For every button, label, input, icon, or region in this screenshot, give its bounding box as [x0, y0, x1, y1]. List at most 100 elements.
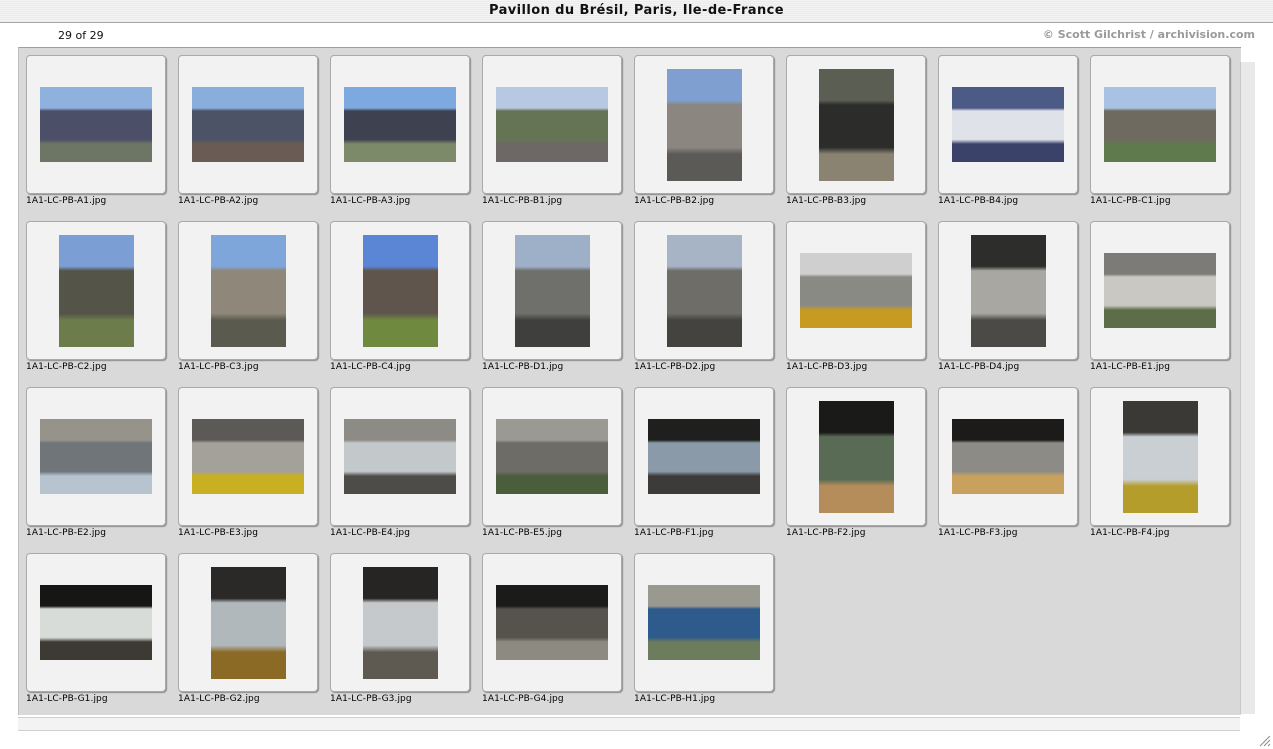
thumbnail-item[interactable]: 1A1-LC-PB-H1.jpg: [627, 546, 777, 704]
slide-mount[interactable]: [786, 221, 926, 360]
slide-mount[interactable]: [178, 553, 318, 692]
thumbnail-item[interactable]: 1A1-LC-PB-D4.jpg: [931, 214, 1081, 372]
slide-mount[interactable]: [938, 55, 1078, 194]
thumbnail-filename: 1A1-LC-PB-A3.jpg: [330, 196, 411, 206]
thumbnail-filename: 1A1-LC-PB-F4.jpg: [1090, 528, 1170, 538]
resize-grip-icon[interactable]: [1255, 731, 1271, 747]
thumbnail-photo: [667, 235, 742, 347]
thumbnail-filename: 1A1-LC-PB-D4.jpg: [938, 362, 1020, 372]
thumbnail-filename: 1A1-LC-PB-C3.jpg: [178, 362, 259, 372]
slide-mount[interactable]: [482, 553, 622, 692]
thumbnail-filename: 1A1-LC-PB-E1.jpg: [1090, 362, 1171, 372]
thumbnail-filename: 1A1-LC-PB-B1.jpg: [482, 196, 563, 206]
thumbnail-photo: [40, 585, 152, 660]
copyright-notice: © Scott Gilchrist / archivision.com: [1042, 28, 1255, 41]
thumbnail-item[interactable]: 1A1-LC-PB-F3.jpg: [931, 380, 1081, 538]
thumbnail-item[interactable]: 1A1-LC-PB-B1.jpg: [475, 48, 625, 206]
thumbnail-item[interactable]: 1A1-LC-PB-C4.jpg: [323, 214, 473, 372]
slide-mount[interactable]: [26, 221, 166, 360]
slide-mount[interactable]: [330, 387, 470, 526]
thumbnail-photo: [211, 235, 286, 347]
info-bar: 29 of 29 © Scott Gilchrist / archivision…: [18, 23, 1255, 47]
thumbnail-photo: [648, 419, 760, 494]
thumbnail-item[interactable]: 1A1-LC-PB-D2.jpg: [627, 214, 777, 372]
thumbnail-item[interactable]: 1A1-LC-PB-E4.jpg: [323, 380, 473, 538]
vertical-scrollbar[interactable]: [1240, 62, 1255, 714]
thumbnail-photo: [819, 401, 894, 513]
slide-mount[interactable]: [482, 221, 622, 360]
slide-mount[interactable]: [26, 553, 166, 692]
thumbnail-filename: 1A1-LC-PB-E2.jpg: [26, 528, 107, 538]
thumbnail-item[interactable]: 1A1-LC-PB-A2.jpg: [171, 48, 321, 206]
slide-mount[interactable]: [1090, 55, 1230, 194]
thumbnail-item[interactable]: 1A1-LC-PB-B3.jpg: [779, 48, 929, 206]
thumbnail-photo: [819, 69, 894, 181]
window-title: Pavillon du Brésil, Paris, Ile-de-France: [489, 3, 784, 18]
slide-mount[interactable]: [634, 221, 774, 360]
thumbnail-filename: 1A1-LC-PB-E3.jpg: [178, 528, 259, 538]
thumbnail-item[interactable]: 1A1-LC-PB-D3.jpg: [779, 214, 929, 372]
slide-mount[interactable]: [178, 387, 318, 526]
thumbnail-item[interactable]: 1A1-LC-PB-C3.jpg: [171, 214, 321, 372]
slide-mount[interactable]: [178, 55, 318, 194]
slide-mount[interactable]: [26, 55, 166, 194]
thumbnail-item[interactable]: 1A1-LC-PB-G4.jpg: [475, 546, 625, 704]
thumbnail-filename: 1A1-LC-PB-F3.jpg: [938, 528, 1018, 538]
slide-mount[interactable]: [26, 387, 166, 526]
thumbnail-filename: 1A1-LC-PB-C4.jpg: [330, 362, 411, 372]
thumbnail-filename: 1A1-LC-PB-E4.jpg: [330, 528, 411, 538]
thumbnail-filename: 1A1-LC-PB-G1.jpg: [26, 694, 108, 704]
thumbnail-filename: 1A1-LC-PB-A2.jpg: [178, 196, 259, 206]
thumbnail-item[interactable]: 1A1-LC-PB-B2.jpg: [627, 48, 777, 206]
thumbnail-photo: [1104, 253, 1216, 328]
slide-mount[interactable]: [330, 55, 470, 194]
slide-mount[interactable]: [1090, 387, 1230, 526]
thumbnail-photo: [667, 69, 742, 181]
thumbnail-grid: 1A1-LC-PB-A1.jpg 1A1-LC-PB-A2.jpg 1A1-LC-P…: [18, 47, 1241, 715]
thumbnail-item[interactable]: 1A1-LC-PB-E2.jpg: [19, 380, 169, 538]
horizontal-scrollbar[interactable]: [18, 717, 1240, 731]
thumbnail-item[interactable]: 1A1-LC-PB-D1.jpg: [475, 214, 625, 372]
thumbnail-item[interactable]: 1A1-LC-PB-F2.jpg: [779, 380, 929, 538]
slide-mount[interactable]: [1090, 221, 1230, 360]
thumbnail-item[interactable]: 1A1-LC-PB-A1.jpg: [19, 48, 169, 206]
slide-mount[interactable]: [482, 55, 622, 194]
thumbnail-item[interactable]: 1A1-LC-PB-E5.jpg: [475, 380, 625, 538]
thumbnail-photo: [952, 87, 1064, 162]
slide-mount[interactable]: [634, 55, 774, 194]
slide-mount[interactable]: [786, 387, 926, 526]
thumbnail-item[interactable]: 1A1-LC-PB-C2.jpg: [19, 214, 169, 372]
thumbnail-filename: 1A1-LC-PB-B4.jpg: [938, 196, 1019, 206]
thumbnail-photo: [211, 567, 286, 679]
thumbnail-item[interactable]: 1A1-LC-PB-E3.jpg: [171, 380, 321, 538]
slide-mount[interactable]: [178, 221, 318, 360]
thumbnail-item[interactable]: 1A1-LC-PB-G1.jpg: [19, 546, 169, 704]
thumbnail-photo: [971, 235, 1046, 347]
thumbnail-filename: 1A1-LC-PB-B3.jpg: [786, 196, 867, 206]
image-count: 29 of 29: [58, 29, 104, 42]
slide-mount[interactable]: [482, 387, 622, 526]
slide-mount[interactable]: [330, 221, 470, 360]
thumbnail-filename: 1A1-LC-PB-D1.jpg: [482, 362, 564, 372]
slide-mount[interactable]: [634, 553, 774, 692]
thumbnail-item[interactable]: 1A1-LC-PB-B4.jpg: [931, 48, 1081, 206]
slide-mount[interactable]: [938, 221, 1078, 360]
thumbnail-item[interactable]: 1A1-LC-PB-G3.jpg: [323, 546, 473, 704]
thumbnail-photo: [344, 419, 456, 494]
slide-mount[interactable]: [938, 387, 1078, 526]
thumbnail-filename: 1A1-LC-PB-F2.jpg: [786, 528, 866, 538]
thumbnail-item[interactable]: 1A1-LC-PB-G2.jpg: [171, 546, 321, 704]
thumbnail-item[interactable]: 1A1-LC-PB-A3.jpg: [323, 48, 473, 206]
title-bar[interactable]: Pavillon du Brésil, Paris, Ile-de-France: [0, 0, 1273, 23]
thumbnail-item[interactable]: 1A1-LC-PB-F1.jpg: [627, 380, 777, 538]
thumbnail-photo: [1123, 401, 1198, 513]
thumbnail-item[interactable]: 1A1-LC-PB-F4.jpg: [1083, 380, 1233, 538]
thumbnail-filename: 1A1-LC-PB-G2.jpg: [178, 694, 260, 704]
slide-mount[interactable]: [634, 387, 774, 526]
thumbnail-item[interactable]: 1A1-LC-PB-C1.jpg: [1083, 48, 1233, 206]
thumbnail-filename: 1A1-LC-PB-D3.jpg: [786, 362, 868, 372]
thumbnail-photo: [363, 235, 438, 347]
slide-mount[interactable]: [330, 553, 470, 692]
thumbnail-item[interactable]: 1A1-LC-PB-E1.jpg: [1083, 214, 1233, 372]
slide-mount[interactable]: [786, 55, 926, 194]
